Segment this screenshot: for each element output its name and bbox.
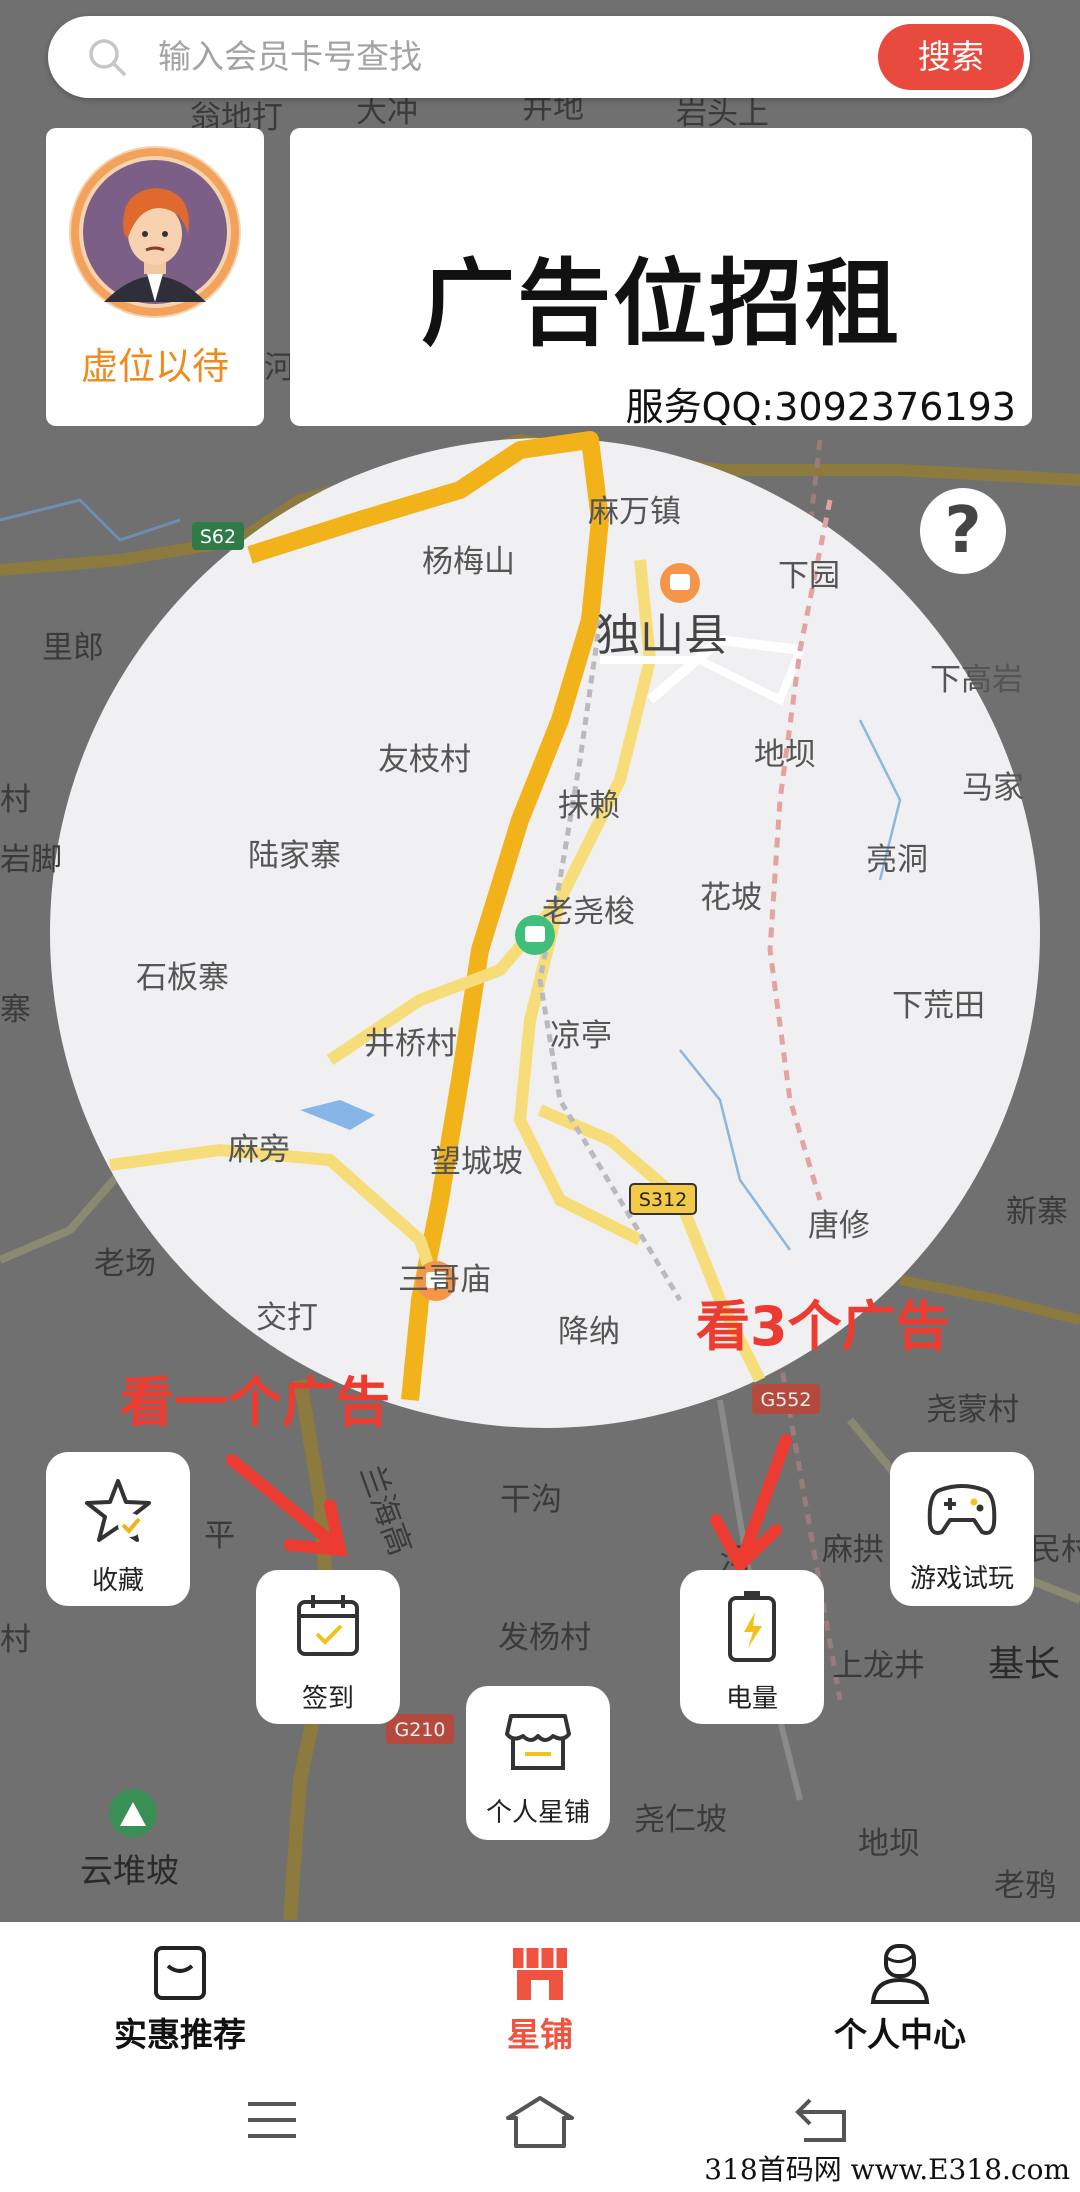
map-label: 上龙井 (832, 1648, 925, 1684)
road-shield-g552: G552 (752, 1384, 820, 1414)
map-label: 干沟 (500, 1482, 562, 1518)
map-label: 发杨村 (498, 1620, 591, 1656)
gamepad-icon (927, 1484, 997, 1535)
power-button[interactable]: 电量 (680, 1570, 824, 1724)
ad-title: 广告位招租 (420, 250, 901, 359)
map-label: 麻万镇 (588, 494, 681, 530)
search-input[interactable]: 输入会员卡号查找 (158, 34, 422, 80)
map-label: 望城坡 (430, 1144, 523, 1180)
road-shield-g210: G210 (386, 1714, 454, 1744)
ad-banner[interactable]: 广告位招租 服务QQ:3092376193 (290, 128, 1032, 429)
map-label: 唐修 (808, 1208, 870, 1244)
checkin-button[interactable]: 签到 (256, 1570, 400, 1724)
tab-profile[interactable]: 个人中心 (750, 1922, 1050, 2062)
map-label: 杨梅山 (422, 544, 515, 580)
svg-text:S62: S62 (200, 526, 236, 548)
search-button[interactable]: 搜索 (878, 24, 1024, 90)
map-label: 降纳 (558, 1314, 620, 1350)
map-label: 寨 (0, 992, 31, 1028)
vacant-avatar-card[interactable]: 虚位以待 (46, 128, 264, 426)
map-label: 尧仁坡 (634, 1802, 727, 1838)
map-label: 地坝 (754, 737, 816, 773)
map-label: 花坡 (700, 880, 762, 916)
map-label: 民村 (1030, 1532, 1080, 1568)
map-label: 石板寨 (136, 960, 229, 996)
map-label: 三哥庙 (398, 1262, 491, 1298)
game-trial-label: 游戏试玩 (909, 1564, 1014, 1594)
favorite-label: 收藏 (91, 1566, 144, 1596)
map-label: 新寨 (1006, 1194, 1068, 1230)
star-icon (85, 1479, 151, 1542)
home-icon[interactable] (504, 2094, 576, 2150)
tab-deals-label: 实惠推荐 (114, 2015, 246, 2054)
power-label: 电量 (725, 1684, 778, 1714)
help-button[interactable]: ? (920, 488, 1006, 574)
map-label: 老场 (94, 1246, 156, 1282)
map-label: 凉亭 (550, 1018, 612, 1054)
svg-text:G552: G552 (761, 1389, 812, 1411)
tab-profile-label: 个人中心 (834, 2015, 966, 2054)
map-label: 井桥村 (364, 1026, 457, 1062)
map-label: 里郎 (42, 630, 104, 666)
map-label: 云堆坡 (80, 1851, 179, 1890)
map-label: 尧蒙村 (926, 1392, 1019, 1428)
map-label: 基长 (988, 1644, 1060, 1685)
menu-icon[interactable] (246, 2094, 298, 2146)
shop-icon (505, 1714, 571, 1770)
bottom-tab-bar: 实惠推荐 星铺 个人中心 (0, 1922, 1080, 2062)
map-label: 交打 (256, 1300, 318, 1336)
map-label: 老尧梭 (542, 894, 635, 930)
map-label: 下高岩 (930, 662, 1023, 698)
person-icon (870, 1944, 930, 2004)
watermark: 318首码网 www.E318.com (704, 2153, 1070, 2186)
avatar (69, 146, 241, 318)
map-label: 村 (0, 1622, 31, 1658)
map-label: 麻拱 (822, 1532, 884, 1568)
map-label: 抹赖 (558, 788, 620, 824)
my-shop-label: 个人星铺 (485, 1798, 590, 1828)
road-shield-s62: S62 (192, 522, 244, 550)
shopping-bag-icon (154, 1946, 206, 2000)
search-bar[interactable]: 输入会员卡号查找 搜索 (48, 16, 1030, 98)
svg-text:S312: S312 (639, 1189, 687, 1211)
map-label: 地坝 (858, 1826, 920, 1862)
game-trial-button[interactable]: 游戏试玩 (890, 1452, 1034, 1606)
calendar-check-icon (297, 1595, 359, 1656)
svg-text:G210: G210 (395, 1719, 446, 1741)
tab-deals[interactable]: 实惠推荐 (30, 1922, 330, 2062)
back-icon[interactable] (794, 2094, 850, 2146)
road-shield-s312: S312 (629, 1183, 697, 1215)
map-label: 村 (0, 782, 31, 818)
map-label: 麻旁 (228, 1132, 290, 1168)
favorite-button[interactable]: 收藏 (46, 1452, 190, 1606)
avatar-label: 虚位以待 (81, 345, 229, 388)
annotation-watch-one: 看一个广告 (120, 1371, 390, 1434)
battery-icon (728, 1591, 776, 1662)
checkin-label: 签到 (301, 1684, 354, 1714)
map-label: 大冲 (356, 94, 418, 130)
map-label: 独山县 (596, 610, 728, 661)
map-label: 岩头上 (676, 96, 769, 132)
search-icon (89, 39, 126, 76)
map-label: 岩脚 (0, 842, 62, 878)
annotation-watch-three: 看3个广告 (696, 1295, 950, 1358)
map-label: 友枝村 (378, 742, 471, 778)
tab-shop-label: 星铺 (507, 2015, 573, 2054)
system-navigation-bar: 318首码网 www.E318.com (0, 2062, 1080, 2192)
map-label: 平 (204, 1518, 235, 1554)
tab-shop[interactable]: 星铺 (390, 1922, 690, 2062)
ad-contact: 服务QQ:3092376193 (625, 385, 1016, 429)
my-shop-button[interactable]: 个人星铺 (466, 1686, 610, 1840)
map-label: 陆家寨 (248, 838, 341, 874)
map-label: 亮洞 (866, 842, 928, 878)
map-label: 下荒田 (892, 988, 985, 1024)
map-label: 下园 (778, 558, 840, 594)
map-label: 马家 (962, 770, 1024, 806)
storefront-icon (513, 1948, 567, 2000)
map-label: 老鸦 (994, 1868, 1056, 1904)
